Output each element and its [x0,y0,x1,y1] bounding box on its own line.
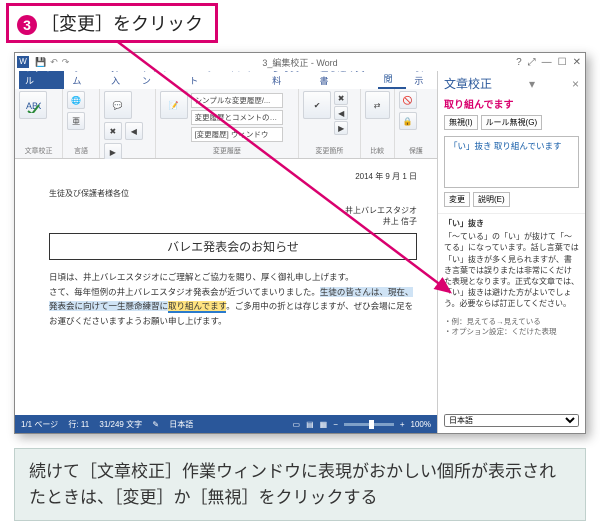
show-markup-dropdown[interactable]: 変更履歴とコメントの表示 [191,110,283,125]
status-lang[interactable]: 日本語 [169,420,193,429]
group-label-compare: 比較 [365,146,390,156]
status-bar: 1/1 ページ 行: 11 31/249 文字 ✎ 日本語 ▭ ▤ ▦ − + … [15,415,437,433]
translate-icon[interactable]: 🌐 [67,91,85,109]
compare-icon[interactable]: ⇄ [365,91,390,119]
zoom-level[interactable]: 100% [411,420,431,429]
maximize-icon[interactable]: ☐ [558,57,567,68]
ribbon-group-compare: ⇄ 比較 [361,89,395,158]
view-print-icon[interactable]: ▤ [306,420,314,429]
doc-date: 2014 年 9 月 1 日 [49,171,417,182]
grammar-pane: 文章校正 ▾ × 取り組んでます 無視(I) ルール無視(G) 「い」抜き 取り… [437,71,585,433]
group-label-protect: 保護 [399,146,433,156]
doc-addressee: 生徒及び保護者様各位 [49,188,417,199]
status-page[interactable]: 1/1 ページ [21,420,58,429]
zoom-slider[interactable] [344,423,394,426]
status-right: ▭ ▤ ▦ − + 100% [293,420,432,429]
pane-close-icon[interactable]: × [572,77,579,91]
view-read-icon[interactable]: ▭ [293,420,301,429]
rule-description: 「い」抜き 「～ている」の「い」が抜けて「～てる」になっています。話し言葉では「… [438,213,585,314]
doc-p1: 日頃は、井上バレエスタジオにご理解とご協力を賜り、厚く御礼申し上げます。 [49,270,417,284]
quick-access-toolbar[interactable]: 💾 ↶ ↷ [35,57,69,68]
pane-dropdown-icon[interactable]: ▾ [529,77,535,91]
track-changes-icon[interactable]: 📝 [160,91,188,119]
callout-text: ［変更］をクリック [41,14,203,34]
title-bar: W 💾 ↶ ↷ 3_編集校正 - Word ? ⤢ — ☐ ✕ [15,53,585,71]
group-label-language: 言語 [67,146,95,156]
suggestion-item[interactable]: 「い」抜き 取り組んでいます [449,141,561,151]
view-web-icon[interactable]: ▦ [320,420,328,429]
ignore-rule-button[interactable]: ルール無視(G) [481,115,543,130]
delete-comment-icon[interactable]: ✖ [104,122,122,140]
ribbon: ABC 文章校正 🌐 亜 言語 💬 ✖ ◀ ▶ [15,89,437,159]
ribbon-group-proofing: ABC 文章校正 [15,89,63,158]
ribbon-group-comments: 💬 ✖ ◀ ▶ コメント [100,89,156,158]
close-icon[interactable]: ✕ [573,57,581,68]
doc-from: 井上バレエスタジオ 井上 信子 [49,205,417,227]
explain-button[interactable]: 説明(E) [473,192,510,207]
group-label-changes: 変更箇所 [303,146,356,156]
language-select[interactable]: 日本語 [444,414,579,427]
ribbon-group-language: 🌐 亜 言語 [63,89,100,158]
pane-header: 文章校正 ▾ × [438,71,585,96]
group-label-tracking: 変更履歴 [160,146,295,156]
app-icon-area: W [17,56,29,68]
pane-error-text: 取り組んでます [438,96,585,115]
rule-title: 「い」抜き [444,218,579,229]
status-line[interactable]: 行: 11 [68,420,89,429]
accept-icon[interactable]: ✔ [303,91,331,119]
suggestion-list[interactable]: 「い」抜き 取り組んでいます [444,136,579,188]
instruction-box: 続けて［文章校正］作業ウィンドウに表現がおかしい個所が表示されたときは、［変更］… [14,448,586,521]
ribbon-group-tracking: 📝 シンプルな変更履歴/... 変更履歴とコメントの表示 [変更履歴] ウィンド… [156,89,300,158]
word-window: W 💾 ↶ ↷ 3_編集校正 - Word ? ⤢ — ☐ ✕ ファイル ホーム… [14,52,586,434]
change-button[interactable]: 変更 [444,192,470,207]
ribbon-group-protect: 🚫 🔒 保護 [395,89,437,158]
doc-title: バレエ発表会のお知らせ [49,233,417,260]
prev-comment-icon[interactable]: ◀ [125,122,143,140]
next-change-icon[interactable]: ▶ [334,121,348,135]
callout-number: 3 [17,15,37,35]
reject-icon[interactable]: ✖ [334,91,348,105]
qat-save-icon[interactable]: 💾 [35,57,46,68]
ignore-button[interactable]: 無視(I) [444,115,478,130]
word-icon: W [17,56,29,68]
callout-step-3: 3［変更］をクリック [6,3,218,43]
qat-redo-icon[interactable]: ↷ [62,57,70,68]
group-label-proofing: 文章校正 [19,146,58,156]
ribbon-options-icon[interactable]: ⤢ [528,57,536,68]
status-chars[interactable]: 31/249 文字 [99,420,142,429]
pane-action-row: 変更 説明(E) [438,192,585,213]
minimize-icon[interactable]: — [542,57,552,68]
doc-body: 日頃は、井上バレエスタジオにご理解とご協力を賜り、厚く御礼申し上げます。 さて、… [49,270,417,328]
grammar-error: 取り組んでます [168,301,226,313]
prev-change-icon[interactable]: ◀ [334,106,348,120]
rule-body: 「～ている」の「い」が抜けて「～てる」になっています。話し言葉では「い」抜きが多… [444,231,579,309]
pane-language: 日本語 [438,408,585,433]
restrict-editing-icon[interactable]: 🔒 [399,112,417,130]
ribbon-group-changes: ✔ ✖ ◀ ▶ 変更箇所 [299,89,361,158]
pane-ignore-row: 無視(I) ルール無視(G) [438,115,585,130]
pane-title: 文章校正 [444,75,492,92]
reviewing-pane-dropdown[interactable]: [変更履歴] ウィンドウ [191,127,283,142]
window-controls: ? ⤢ — ☐ ✕ [516,57,581,68]
document-area[interactable]: 2014 年 9 月 1 日 生徒及び保護者様各位 井上バレエスタジオ 井上 信… [15,159,437,415]
rule-examples: ・例：見えてる→見えている ・オプション設定：くだけた表現 [438,314,585,341]
ribbon-tabs: ファイル ホーム 挿入 デザイン ページ レイアウト 参考資料 差し込み文書 校… [15,71,437,89]
status-proof-icon[interactable]: ✎ [152,420,159,429]
block-authors-icon[interactable]: 🚫 [399,91,417,109]
new-comment-icon[interactable]: 💬 [104,91,132,119]
spellcheck-icon[interactable]: ABC [19,91,47,119]
qat-undo-icon[interactable]: ↶ [50,57,58,68]
doc-p2: さて、毎年恒例の井上バレエスタジオ発表会が近づいてまいりました。生徒の皆さんは、… [49,285,417,328]
display-for-review-dropdown[interactable]: シンプルな変更履歴/... [191,93,283,108]
help-icon[interactable]: ? [516,57,522,68]
language-icon[interactable]: 亜 [67,112,85,130]
window-title: 3_編集校正 - Word [262,56,337,69]
status-left: 1/1 ページ 行: 11 31/249 文字 ✎ 日本語 [21,419,193,430]
zoom-in-icon[interactable]: + [400,420,405,429]
zoom-out-icon[interactable]: − [333,420,338,429]
